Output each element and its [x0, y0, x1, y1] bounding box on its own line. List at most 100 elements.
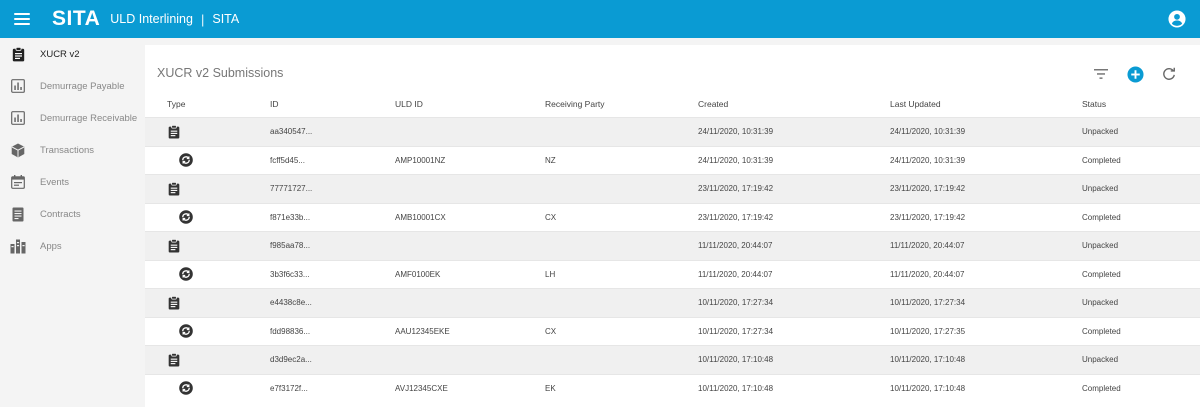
- column-header-created[interactable]: Created: [698, 99, 890, 109]
- cell-created: 11/11/2020, 20:44:07: [698, 269, 773, 279]
- cell-type: [145, 181, 270, 196]
- sidebar-item-transactions[interactable]: Transactions: [0, 134, 145, 166]
- sidebar-item-xucr-v2[interactable]: XUCR v2: [0, 38, 145, 70]
- cell-created: 24/11/2020, 10:31:39: [698, 127, 774, 137]
- clipboard-icon: [167, 352, 181, 367]
- sidebar-item-label: Transactions: [40, 144, 95, 156]
- apps-icon: [10, 238, 26, 254]
- clipboard-icon: [167, 181, 181, 196]
- cell-type: [145, 267, 270, 282]
- filter-icon: [1094, 69, 1108, 79]
- org-name: SITA: [212, 12, 240, 26]
- cell-last-updated: 10/11/2020, 17:10:48: [890, 383, 966, 393]
- cube-icon: [10, 142, 26, 158]
- cell-receiving-party: CX: [545, 212, 557, 222]
- table-row[interactable]: d3d9ec2a... 10/11/2020, 17:10:48 10/11/202…: [145, 345, 1200, 374]
- sidebar-item-contracts[interactable]: Contracts: [0, 198, 145, 230]
- cell-receiving-party: EK: [545, 383, 556, 393]
- cell-type: [145, 352, 270, 367]
- cell-type: [145, 295, 270, 310]
- cell-receiving-party: CX: [545, 326, 557, 336]
- sidebar-item-label: XUCR v2: [40, 48, 80, 60]
- cell-type: [145, 210, 270, 225]
- cell-last-updated: 23/11/2020, 17:19:42: [890, 184, 966, 194]
- cell-id: aa340547...: [270, 127, 313, 137]
- cell-created: 23/11/2020, 17:19:42: [698, 212, 774, 222]
- cell-created: 10/11/2020, 17:10:48: [698, 383, 774, 393]
- sync-icon: [179, 381, 193, 396]
- chart-icon: [10, 78, 26, 94]
- cell-id: f985aa78...: [270, 241, 311, 251]
- app-title: ULD Interlining: [110, 12, 193, 26]
- table-header: Type ID ULD ID Receiving Party Created L…: [145, 90, 1200, 117]
- column-header-type[interactable]: Type: [145, 99, 270, 109]
- column-header-status[interactable]: Status: [1082, 99, 1200, 109]
- cell-type: [145, 124, 270, 139]
- table-row[interactable]: fdd98836... AAU12345EKE CX 10/11/2020, 17:2…: [145, 316, 1200, 346]
- filter-button[interactable]: [1092, 65, 1110, 83]
- cell-status: Unpacked: [1082, 184, 1119, 194]
- sidebar-item-events[interactable]: Events: [0, 166, 145, 198]
- cell-last-updated: 10/11/2020, 17:27:34: [890, 298, 966, 308]
- cell-last-updated: 10/11/2020, 17:10:48: [890, 355, 966, 365]
- cell-receiving-party: NZ: [545, 155, 556, 165]
- page-title: XUCR v2 Submissions: [157, 66, 284, 80]
- sync-icon: [179, 153, 193, 168]
- clipboard-icon: [167, 124, 181, 139]
- cell-uld-id: AMB10001CX: [395, 212, 446, 222]
- add-submission-button[interactable]: [1126, 65, 1144, 83]
- table-row[interactable]: aa340547... 24/11/2020, 10:31:39 24/11/202…: [145, 117, 1200, 146]
- sidebar-item-apps[interactable]: Apps: [0, 230, 145, 262]
- sidebar-item-label: Apps: [40, 240, 62, 252]
- column-header-last-updated[interactable]: Last Updated: [890, 99, 1082, 109]
- cell-status: Unpacked: [1082, 355, 1119, 365]
- sidebar-item-demurrage-payable[interactable]: Demurrage Payable: [0, 70, 145, 102]
- cell-last-updated: 24/11/2020, 10:31:39: [890, 155, 966, 165]
- cell-type: [145, 324, 270, 339]
- table-row[interactable]: fcff5d45... AMP10001NZ NZ 24/11/2020, 10:31…: [145, 145, 1200, 175]
- refresh-button[interactable]: [1160, 65, 1178, 83]
- sita-logo: SITA: [52, 7, 101, 30]
- cell-created: 10/11/2020, 17:27:34: [698, 326, 774, 336]
- cell-id: fdd98836...: [270, 326, 311, 336]
- cell-created: 23/11/2020, 17:19:42: [698, 184, 774, 194]
- column-header-receiving-party[interactable]: Receiving Party: [545, 99, 698, 109]
- title-separator: |: [200, 11, 205, 27]
- cell-id: d3d9ec2a...: [270, 355, 312, 365]
- sidebar-nav: XUCR v2 Demurrage Payable Demurrage Receiv…: [0, 38, 145, 407]
- cell-id: f871e33b...: [270, 212, 311, 222]
- add-icon: [1126, 65, 1144, 83]
- cell-id: e4438c8e...: [270, 298, 312, 308]
- account-icon[interactable]: [1168, 10, 1186, 28]
- cell-created: 11/11/2020, 20:44:07: [698, 241, 773, 251]
- cell-status: Completed: [1082, 383, 1121, 393]
- sidebar-item-label: Contracts: [40, 208, 81, 220]
- cell-status: Unpacked: [1082, 127, 1119, 137]
- table-row[interactable]: 77771727... 23/11/2020, 17:19:42 23/11/202…: [145, 174, 1200, 203]
- table-row[interactable]: f871e33b... AMB10001CX CX 23/11/2020, 17:19…: [145, 202, 1200, 232]
- column-header-id[interactable]: ID: [270, 99, 395, 109]
- submissions-table: Type ID ULD ID Receiving Party Created L…: [145, 90, 1200, 402]
- cell-last-updated: 11/11/2020, 20:44:07: [890, 241, 965, 251]
- cell-receiving-party: LH: [545, 269, 556, 279]
- sidebar-item-label: Demurrage Payable: [40, 80, 125, 92]
- cell-uld-id: AAU12345EKE: [395, 326, 450, 336]
- table-row[interactable]: 3b3f6c33... AMF0100EK LH 11/11/2020, 20:44:…: [145, 259, 1200, 289]
- table-row[interactable]: e4438c8e... 10/11/2020, 17:27:34 10/11/202…: [145, 288, 1200, 317]
- hamburger-menu-icon[interactable]: [14, 13, 30, 25]
- sidebar-item-label: Events: [40, 176, 70, 188]
- column-header-uld-id[interactable]: ULD ID: [395, 99, 545, 109]
- sidebar-item-demurrage-receivable[interactable]: Demurrage Receivable: [0, 102, 145, 134]
- refresh-icon: [1163, 67, 1175, 80]
- table-row[interactable]: e7f3172f... AVJ12345CXE EK 10/11/2020, 17:1…: [145, 373, 1200, 403]
- sidebar-item-label: Demurrage Receivable: [40, 112, 138, 124]
- cell-created: 10/11/2020, 17:27:34: [698, 298, 774, 308]
- submissions-panel: XUCR v2 Submissions Type ID ULD ID Recei…: [145, 45, 1200, 407]
- toolbar: [1092, 65, 1178, 83]
- cell-status: Unpacked: [1082, 241, 1119, 251]
- cell-uld-id: AVJ12345CXE: [395, 383, 448, 393]
- cell-id: 77771727...: [270, 184, 313, 194]
- cell-type: [145, 238, 270, 253]
- clipboard-icon: [167, 238, 181, 253]
- table-row[interactable]: f985aa78... 11/11/2020, 20:44:07 11/11/202…: [145, 231, 1200, 260]
